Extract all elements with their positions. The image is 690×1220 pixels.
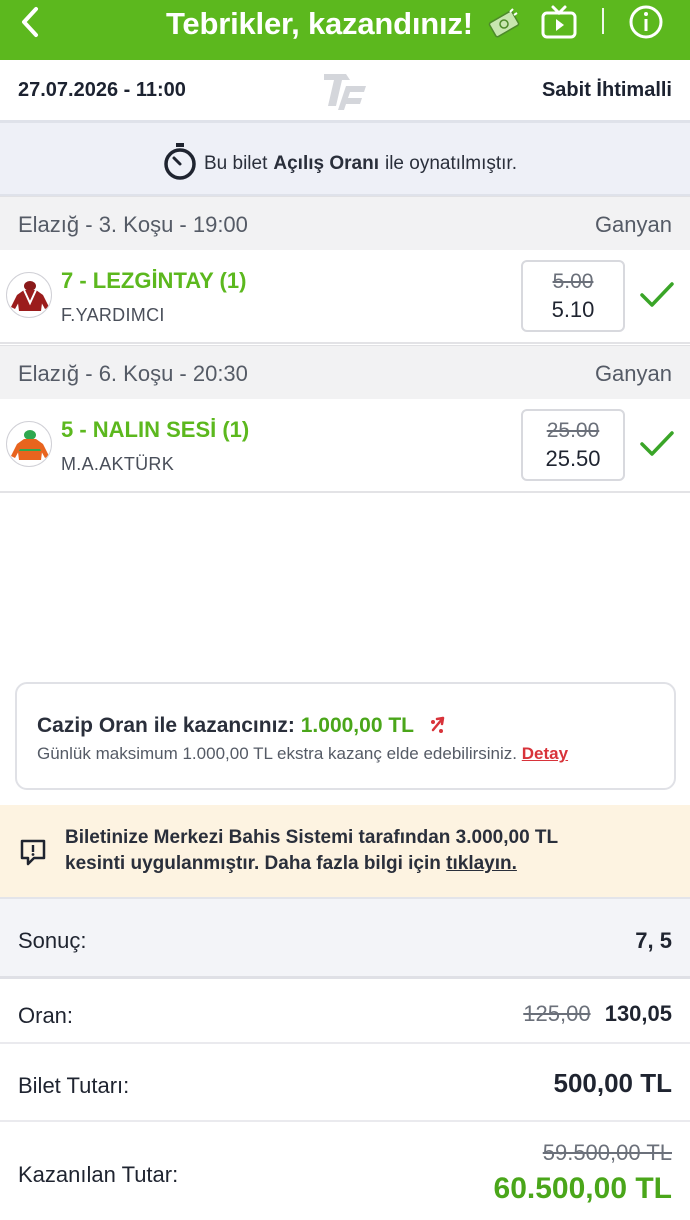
winnings-row: Kazanılan Tutar: 59.500,00 TL 60.500,00 … [0,1122,690,1220]
jockey-silk-icon [6,421,52,467]
horse-name: 5 - NALIN SESİ (1) [61,417,250,442]
header-divider [602,8,604,34]
odds-values: 125,00 130,05 [523,1001,672,1027]
bet-type: Ganyan [594,212,672,237]
race-name: Elazığ - 3. Koşu - 19:00 [18,212,248,237]
cazip-desc-line: Günlük maksimum 1.000,00 TL ekstra kazan… [37,744,568,764]
odds-box: 5.00 5.10 [521,260,625,332]
result-label: Sonuç: [18,928,87,953]
bet-type: Ganyan [594,361,672,386]
cazip-label: Cazip Oran ile kazancınız: [37,714,295,737]
cazip-desc: Günlük maksimum 1.000,00 TL ekstra kazan… [37,744,518,763]
page-title: Tebrikler, kazandınız! [166,6,473,41]
check-icon [638,280,676,310]
race-name: Elazığ - 6. Koşu - 20:30 [18,361,248,386]
warning-part2: kesinti uygulanmıştır. Daha fazla bilgi … [65,853,441,874]
stake-label: Bilet Tutarı: [18,1073,130,1098]
rocket-icon [427,714,449,736]
new-odds: 25.50 [545,446,601,471]
race-header: Elazığ - 6. Koşu - 20:30 Ganyan [0,345,690,399]
jockey-silk-icon [6,272,52,318]
brand-logo [320,66,370,119]
winnings-old: 59.500,00 TL [542,1140,672,1165]
chevron-left-icon[interactable] [14,4,50,40]
detail-link[interactable]: Detay [522,744,568,763]
opening-odds-banner: Bu bilet Açılış Oranı ile oynatılmıştır. [0,120,690,196]
odds-box: 25.00 25.50 [521,409,625,481]
old-odds: 5.00 [552,270,594,293]
opening-odds-prefix: Bu bilet [204,153,268,174]
ticket-date: 27.07.2026 - 11:00 [18,79,186,101]
top-bar: Tebrikler, kazandınız! [0,0,690,60]
tv-icon[interactable] [540,4,578,40]
opening-odds-bold: Açılış Oranı [273,153,379,174]
cazip-amount: 1.000,00 TL [300,714,414,737]
horse-name: 7 - LEZGİNTAY (1) [61,268,247,293]
cazip-line: Cazip Oran ile kazancınız: 1.000,00 TL [37,714,449,738]
odds-old: 125,00 [523,1001,591,1026]
winnings-new: 60.500,00 TL [493,1172,672,1205]
warning-text: Biletinize Merkezi Bahis Sistemi tarafın… [65,825,675,877]
winnings-label: Kazanılan Tutar: [18,1162,179,1187]
warning-link[interactable]: tıklayın. [446,853,517,874]
runner-row[interactable]: 7 - LEZGİNTAY (1) F.YARDIMCI 5.00 5.10 [0,250,690,344]
opening-odds-suffix: ile oynatılmıştır. [384,153,517,174]
runner-row[interactable]: 5 - NALIN SESİ (1) M.A.AKTÜRK 25.00 25.5… [0,399,690,493]
check-icon [638,429,676,459]
jockey-name: M.A.AKTÜRK [61,454,175,474]
ticket-meta-row: 27.07.2026 - 11:00 Sabit İhtimalli [0,60,690,120]
stake-value: 500,00 TL [553,1068,672,1098]
deduction-warning[interactable]: Biletinize Merkezi Bahis Sistemi tarafın… [0,805,690,897]
alert-message-icon [18,837,48,867]
odds-row: Oran: 125,00 130,05 [0,982,690,1044]
result-row: Sonuç: 7, 5 [0,897,690,979]
stopwatch-icon [162,141,198,187]
warning-part1: Biletinize Merkezi Bahis Sistemi tarafın… [65,827,451,848]
race-header: Elazığ - 3. Koşu - 19:00 Ganyan [0,196,690,250]
ticket-type: Sabit İhtimalli [541,79,672,101]
warning-amount: 3.000,00 TL [455,827,559,848]
old-odds: 25.00 [546,419,600,442]
odds-new: 130,05 [604,1001,672,1026]
new-odds: 5.10 [551,297,595,322]
info-icon[interactable] [628,4,664,40]
cazip-oran-card: Cazip Oran ile kazancınız: 1.000,00 TL G… [15,682,676,790]
stake-row: Bilet Tutarı: 500,00 TL [0,1044,690,1122]
money-icon [486,6,522,42]
odds-label: Oran: [18,1003,74,1028]
result-value: 7, 5 [635,928,672,953]
jockey-name: F.YARDIMCI [61,305,165,325]
